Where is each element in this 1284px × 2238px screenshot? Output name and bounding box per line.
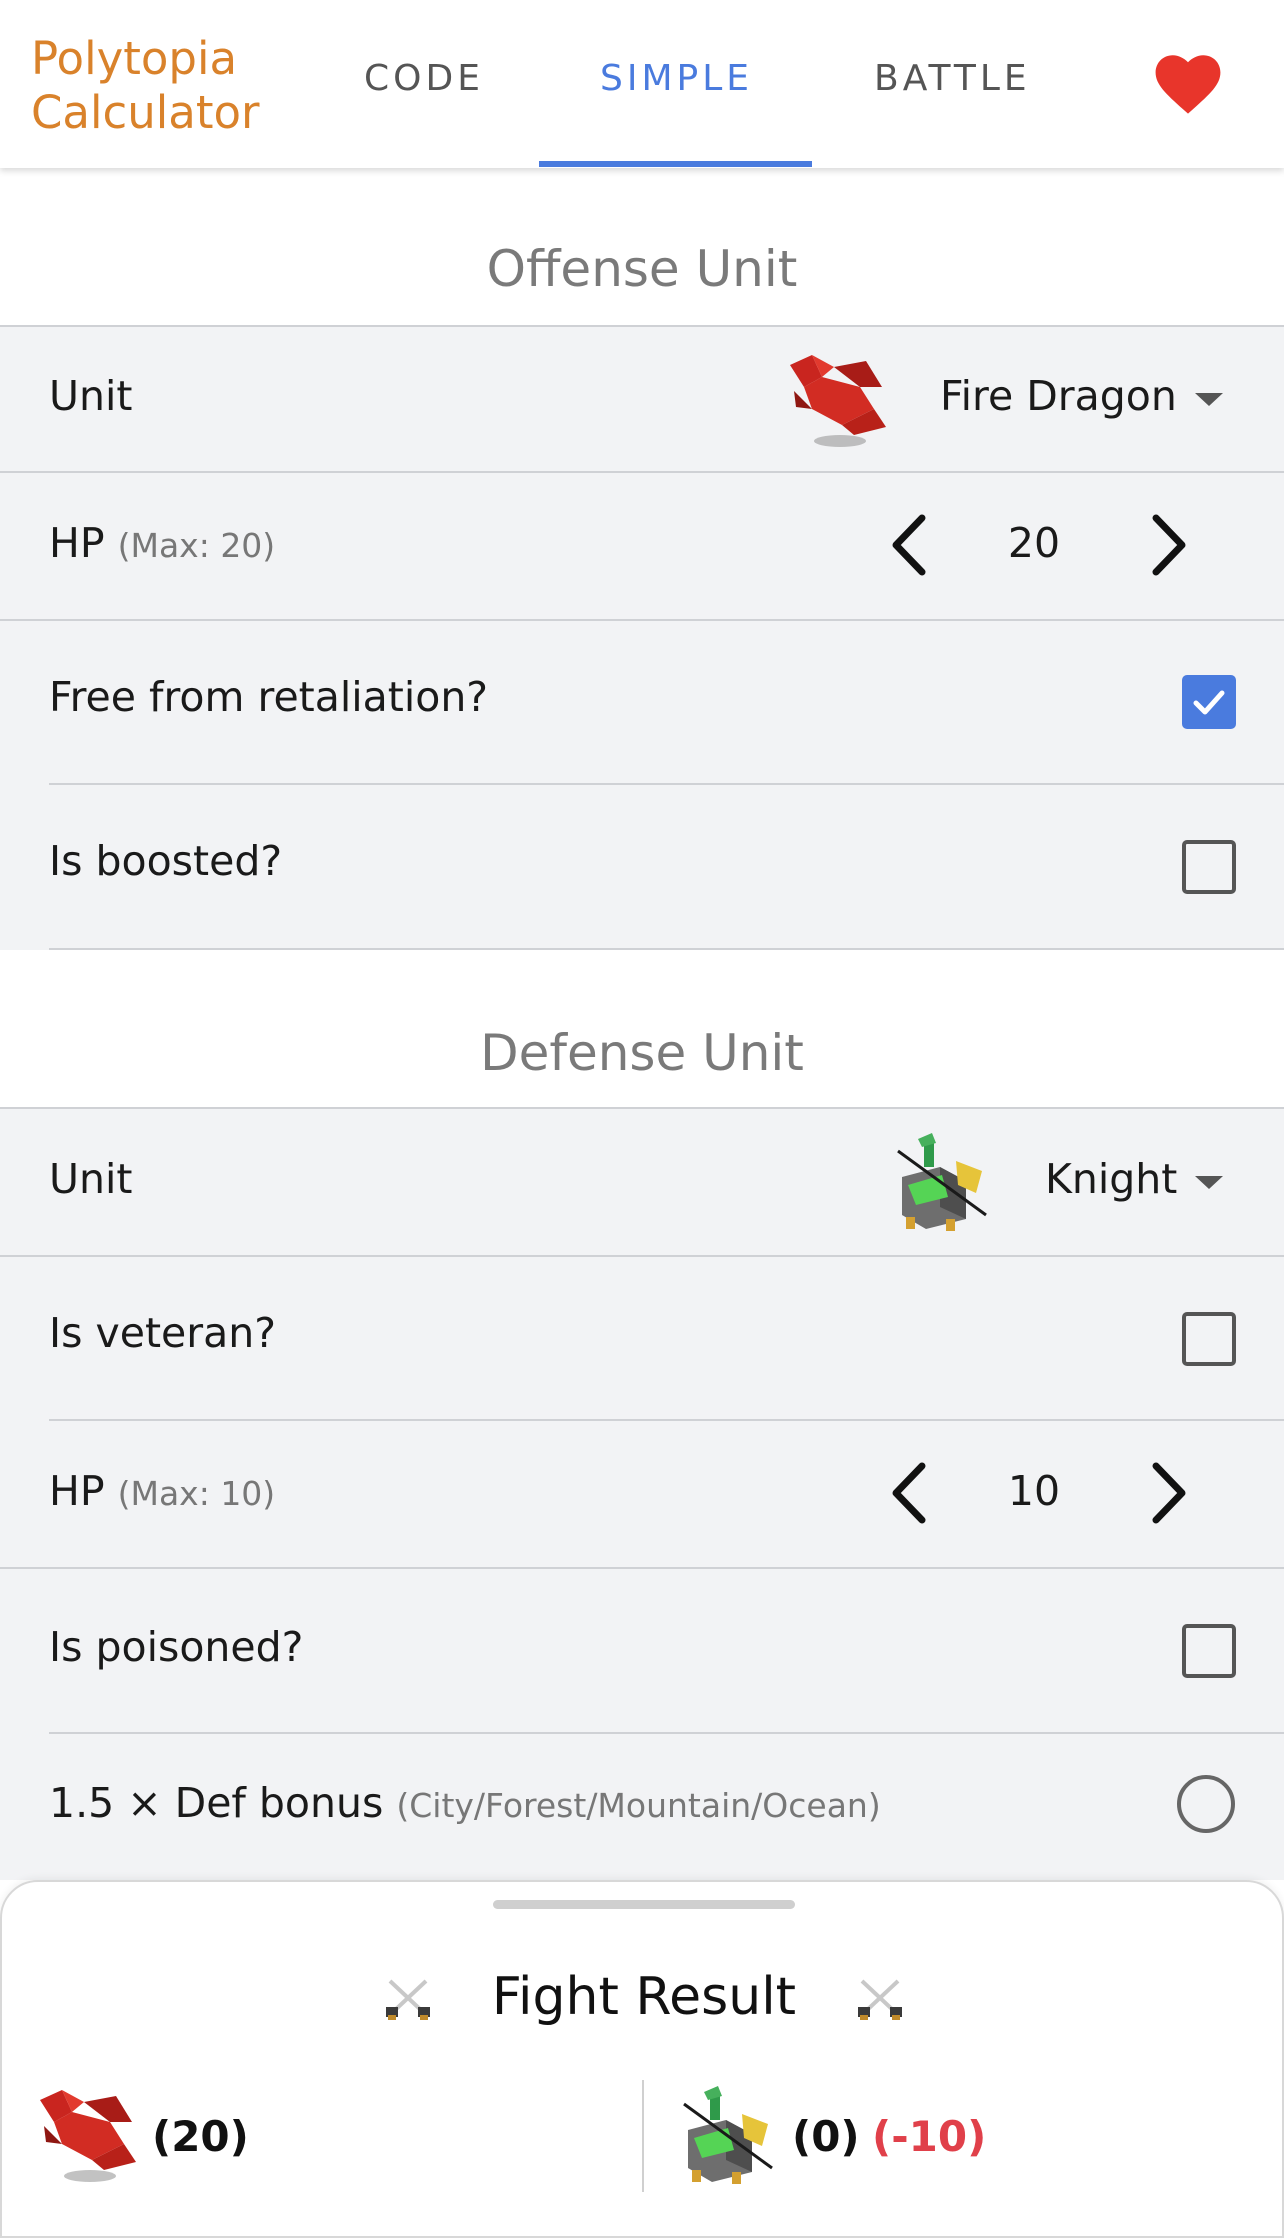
defbonus-hint: (City/Forest/Mountain/Ocean) [396,1786,881,1825]
poisoned-checkbox[interactable] [1182,1624,1236,1678]
defense-unit-label: Unit [49,1155,133,1203]
app-logo[interactable]: Polytopia Calculator [31,32,260,140]
chevron-down-icon [1195,1175,1224,1189]
offense-hp-label: HP (Max: 20) [49,519,275,567]
crossed-swords-icon [858,1979,902,2020]
defense-hp-text: HP [49,1467,105,1515]
sheet-drag-handle[interactable] [493,1900,795,1909]
knight-icon [683,2086,773,2184]
offense-hp-decrease-icon[interactable] [884,510,936,580]
offense-result-hp: (20) [152,2112,249,2161]
boosted-checkbox[interactable] [1182,840,1236,894]
knight-icon [897,1133,987,1231]
active-tab-indicator [539,161,812,167]
offense-hp-value: 20 [1007,519,1061,567]
defense-result-delta: (-10) [872,2112,987,2161]
defbonus-text: 1.5 × Def bonus [49,1779,384,1827]
retaliation-checkbox[interactable] [1182,675,1236,729]
defense-hp-increase-icon[interactable] [1142,1458,1194,1528]
divider [49,783,1284,785]
defense-unit-row[interactable]: Unit Knight [0,1109,1284,1255]
tab-battle[interactable]: BATTLE [874,58,1031,99]
offense-options: Free from retaliation? Is boosted? [0,621,1284,950]
veteran-checkbox[interactable] [1182,1312,1236,1366]
checkmark-icon [1193,690,1225,715]
defense-hp-value: 10 [1007,1467,1061,1515]
offense-unit-dropdown[interactable]: Fire Dragon [940,372,1223,420]
result-divider [642,2080,644,2192]
app-page: Polytopia Calculator CODE SIMPLE BATTLE … [0,0,1284,2238]
defense-result-hp: (0) [792,2112,860,2161]
defense-hp-label: HP (Max: 10) [49,1467,275,1515]
boosted-label: Is boosted? [49,837,283,885]
offense-hp-max: (Max: 20) [117,526,276,565]
offense-unit-label: Unit [49,372,133,420]
offense-section-title: Offense Unit [486,240,798,298]
defense-options-bottom: Is poisoned? 1.5 × Def bonus (City/Fores… [0,1569,1284,1880]
divider [49,948,1284,950]
offense-hp-increase-icon[interactable] [1142,510,1194,580]
defense-unit-dropdown[interactable]: Knight [1045,1155,1224,1203]
offense-hp-text: HP [49,519,105,567]
defbonus-radio[interactable] [1177,1775,1235,1833]
veteran-label: Is veteran? [49,1309,277,1357]
heart-icon[interactable] [1154,53,1222,115]
fight-result-sheet: Fight Result (20) (0) (-10) [0,1880,1284,2238]
fight-result-title: Fight Result [491,1967,797,2027]
divider [49,1732,1284,1734]
offense-hp-row: HP (Max: 20) 20 [0,473,1284,619]
defense-hp-max: (Max: 10) [117,1474,276,1513]
fire-dragon-icon [790,355,886,447]
defense-options-top: Is veteran? HP (Max: 10) 10 [0,1257,1284,1567]
logo-line-2: Calculator [31,86,260,139]
logo-line-1: Polytopia [31,32,238,85]
retaliation-label: Free from retaliation? [49,673,489,721]
tab-simple[interactable]: SIMPLE [600,58,753,99]
defbonus-label: 1.5 × Def bonus (City/Forest/Mountain/Oc… [49,1779,881,1827]
offense-unit-value: Fire Dragon [940,372,1177,420]
defense-section-title: Defense Unit [480,1024,804,1082]
defense-hp-decrease-icon[interactable] [884,1458,936,1528]
offense-unit-row[interactable]: Unit Fire Dragon [0,327,1284,471]
tab-code[interactable]: CODE [364,58,484,99]
top-app-bar: Polytopia Calculator CODE SIMPLE BATTLE [0,0,1284,168]
chevron-down-icon [1194,392,1223,406]
defense-unit-value: Knight [1045,1155,1178,1203]
divider [49,1419,1284,1421]
poisoned-label: Is poisoned? [49,1623,304,1671]
fire-dragon-icon [40,2090,136,2182]
